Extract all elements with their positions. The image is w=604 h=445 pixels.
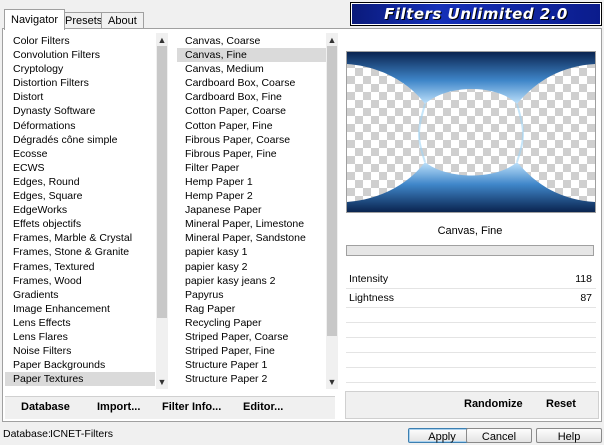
filter-item[interactable]: Canvas, Coarse <box>177 34 327 48</box>
category-item[interactable]: Paper Backgrounds <box>5 358 155 372</box>
category-item[interactable]: Frames, Wood <box>5 274 155 288</box>
category-item[interactable]: Frames, Textured <box>5 260 155 274</box>
progress-bar <box>346 245 594 256</box>
filter-item[interactable]: Papyrus <box>177 288 327 302</box>
param-intensity[interactable]: Intensity 118 <box>346 270 596 289</box>
param-empty-row <box>346 368 596 383</box>
filter-item[interactable]: papier kasy 2 <box>177 260 327 274</box>
param-value: 118 <box>575 273 592 285</box>
filter-item[interactable]: Hemp Paper 1 <box>177 175 327 189</box>
navigator-panel: Color Filters Convolution Filters Cryptolo… <box>2 28 602 422</box>
category-scrollbar[interactable]: ▲ ▼ <box>156 33 168 389</box>
param-value: 87 <box>580 292 592 304</box>
preview-image <box>346 51 596 213</box>
tab-about[interactable]: About <box>101 12 144 29</box>
database-label: Database: <box>3 428 51 440</box>
category-item[interactable]: Dynasty Software <box>5 104 155 118</box>
filter-item[interactable]: Striped Paper, Fine <box>177 344 327 358</box>
category-item[interactable]: Convolution Filters <box>5 48 155 62</box>
category-item[interactable]: Distortion Filters <box>5 76 155 90</box>
database-button[interactable]: Database <box>21 401 70 413</box>
param-empty-row <box>346 308 596 323</box>
filter-item[interactable]: Cardboard Box, Coarse <box>177 76 327 90</box>
selected-filter-name: Canvas, Fine <box>437 225 503 237</box>
category-list[interactable]: Color Filters Convolution Filters Cryptolo… <box>5 34 155 388</box>
cancel-button[interactable]: Cancel <box>466 428 532 443</box>
param-lightness[interactable]: Lightness 87 <box>346 289 596 308</box>
category-item[interactable]: Frames, Marble & Crystal <box>5 231 155 245</box>
param-label: Lightness <box>349 292 394 304</box>
category-item[interactable]: Lens Flares <box>5 330 155 344</box>
reset-button[interactable]: Reset <box>546 398 576 410</box>
category-item[interactable]: Edges, Square <box>5 189 155 203</box>
filter-item[interactable]: Canvas, Medium <box>177 62 327 76</box>
category-item[interactable]: Noise Filters <box>5 344 155 358</box>
app-title: Filters Unlimited 2.0 <box>384 5 568 23</box>
help-button[interactable]: Help <box>536 428 602 443</box>
category-item[interactable]: Dégradés cône simple <box>5 133 155 147</box>
scroll-thumb[interactable] <box>327 46 337 336</box>
filter-item[interactable]: papier kasy 1 <box>177 245 327 259</box>
category-item[interactable]: EdgeWorks <box>5 203 155 217</box>
filter-item[interactable]: Cotton Paper, Coarse <box>177 104 327 118</box>
preview-top-band <box>347 52 595 104</box>
filter-item[interactable]: Striped Paper, Coarse <box>177 330 327 344</box>
filter-item[interactable]: Mineral Paper, Limestone <box>177 217 327 231</box>
category-item[interactable]: Lens Effects <box>5 316 155 330</box>
filter-item[interactable]: papier kasy jeans 2 <box>177 274 327 288</box>
parameter-actions: Randomize Reset <box>345 391 599 419</box>
category-item[interactable]: ECWS <box>5 161 155 175</box>
category-item[interactable]: Effets objectifs <box>5 217 155 231</box>
filter-item[interactable]: Hemp Paper 2 <box>177 189 327 203</box>
randomize-button[interactable]: Randomize <box>464 398 523 410</box>
scroll-thumb[interactable] <box>157 46 167 318</box>
filter-info-button[interactable]: Filter Info... <box>162 401 221 413</box>
parameter-list: Intensity 118 Lightness 87 <box>346 270 596 383</box>
category-item[interactable]: Paper Textures <box>5 372 155 387</box>
category-item[interactable]: Gradients <box>5 288 155 302</box>
filter-list[interactable]: Canvas, Coarse Canvas, Fine Canvas, Medium… <box>177 34 327 388</box>
scroll-up-icon[interactable]: ▲ <box>326 34 338 46</box>
param-label: Intensity <box>349 273 389 285</box>
filter-item[interactable]: Canvas, Fine <box>177 48 327 63</box>
param-empty-row <box>346 353 596 368</box>
filter-item[interactable]: Structure Paper 2 <box>177 372 327 386</box>
category-item[interactable]: Frames, Stone & Granite <box>5 245 155 259</box>
category-item[interactable]: Déformations <box>5 119 155 133</box>
filter-item[interactable]: Filter Paper <box>177 161 327 175</box>
database-value: ICNET-Filters <box>50 428 113 440</box>
category-item[interactable]: Image Enhancement <box>5 302 155 316</box>
filter-item[interactable]: Mineral Paper, Sandstone <box>177 231 327 245</box>
category-item[interactable]: Color Filters <box>5 34 155 48</box>
scroll-up-icon[interactable]: ▲ <box>156 34 168 46</box>
scroll-down-icon[interactable]: ▼ <box>156 376 168 388</box>
import-button[interactable]: Import... <box>97 401 140 413</box>
filter-item[interactable]: Rag Paper <box>177 302 327 316</box>
category-item[interactable]: Ecosse <box>5 147 155 161</box>
category-item[interactable]: Distort <box>5 90 155 104</box>
filter-item[interactable]: Cotton Paper, Fine <box>177 119 327 133</box>
navigator-actions: Database Import... Filter Info... Editor… <box>5 396 335 419</box>
app-banner: Filters Unlimited 2.0 <box>350 2 602 26</box>
filter-item[interactable]: Recycling Paper <box>177 316 327 330</box>
category-item[interactable]: Edges, Round <box>5 175 155 189</box>
filter-item[interactable]: Japanese Paper <box>177 203 327 217</box>
filter-item[interactable]: Fibrous Paper, Coarse <box>177 133 327 147</box>
filter-item[interactable]: Cardboard Box, Fine <box>177 90 327 104</box>
scroll-down-icon[interactable]: ▼ <box>326 376 338 388</box>
editor-button[interactable]: Editor... <box>243 401 283 413</box>
filter-item[interactable]: Fibrous Paper, Fine <box>177 147 327 161</box>
filter-item[interactable]: Structure Paper 1 <box>177 358 327 372</box>
param-empty-row <box>346 323 596 338</box>
category-item[interactable]: Cryptology <box>5 62 155 76</box>
filter-scrollbar[interactable]: ▲ ▼ <box>326 33 338 389</box>
tab-navigator[interactable]: Navigator <box>4 9 66 30</box>
preview-bottom-band <box>347 162 595 212</box>
param-empty-row <box>346 338 596 353</box>
